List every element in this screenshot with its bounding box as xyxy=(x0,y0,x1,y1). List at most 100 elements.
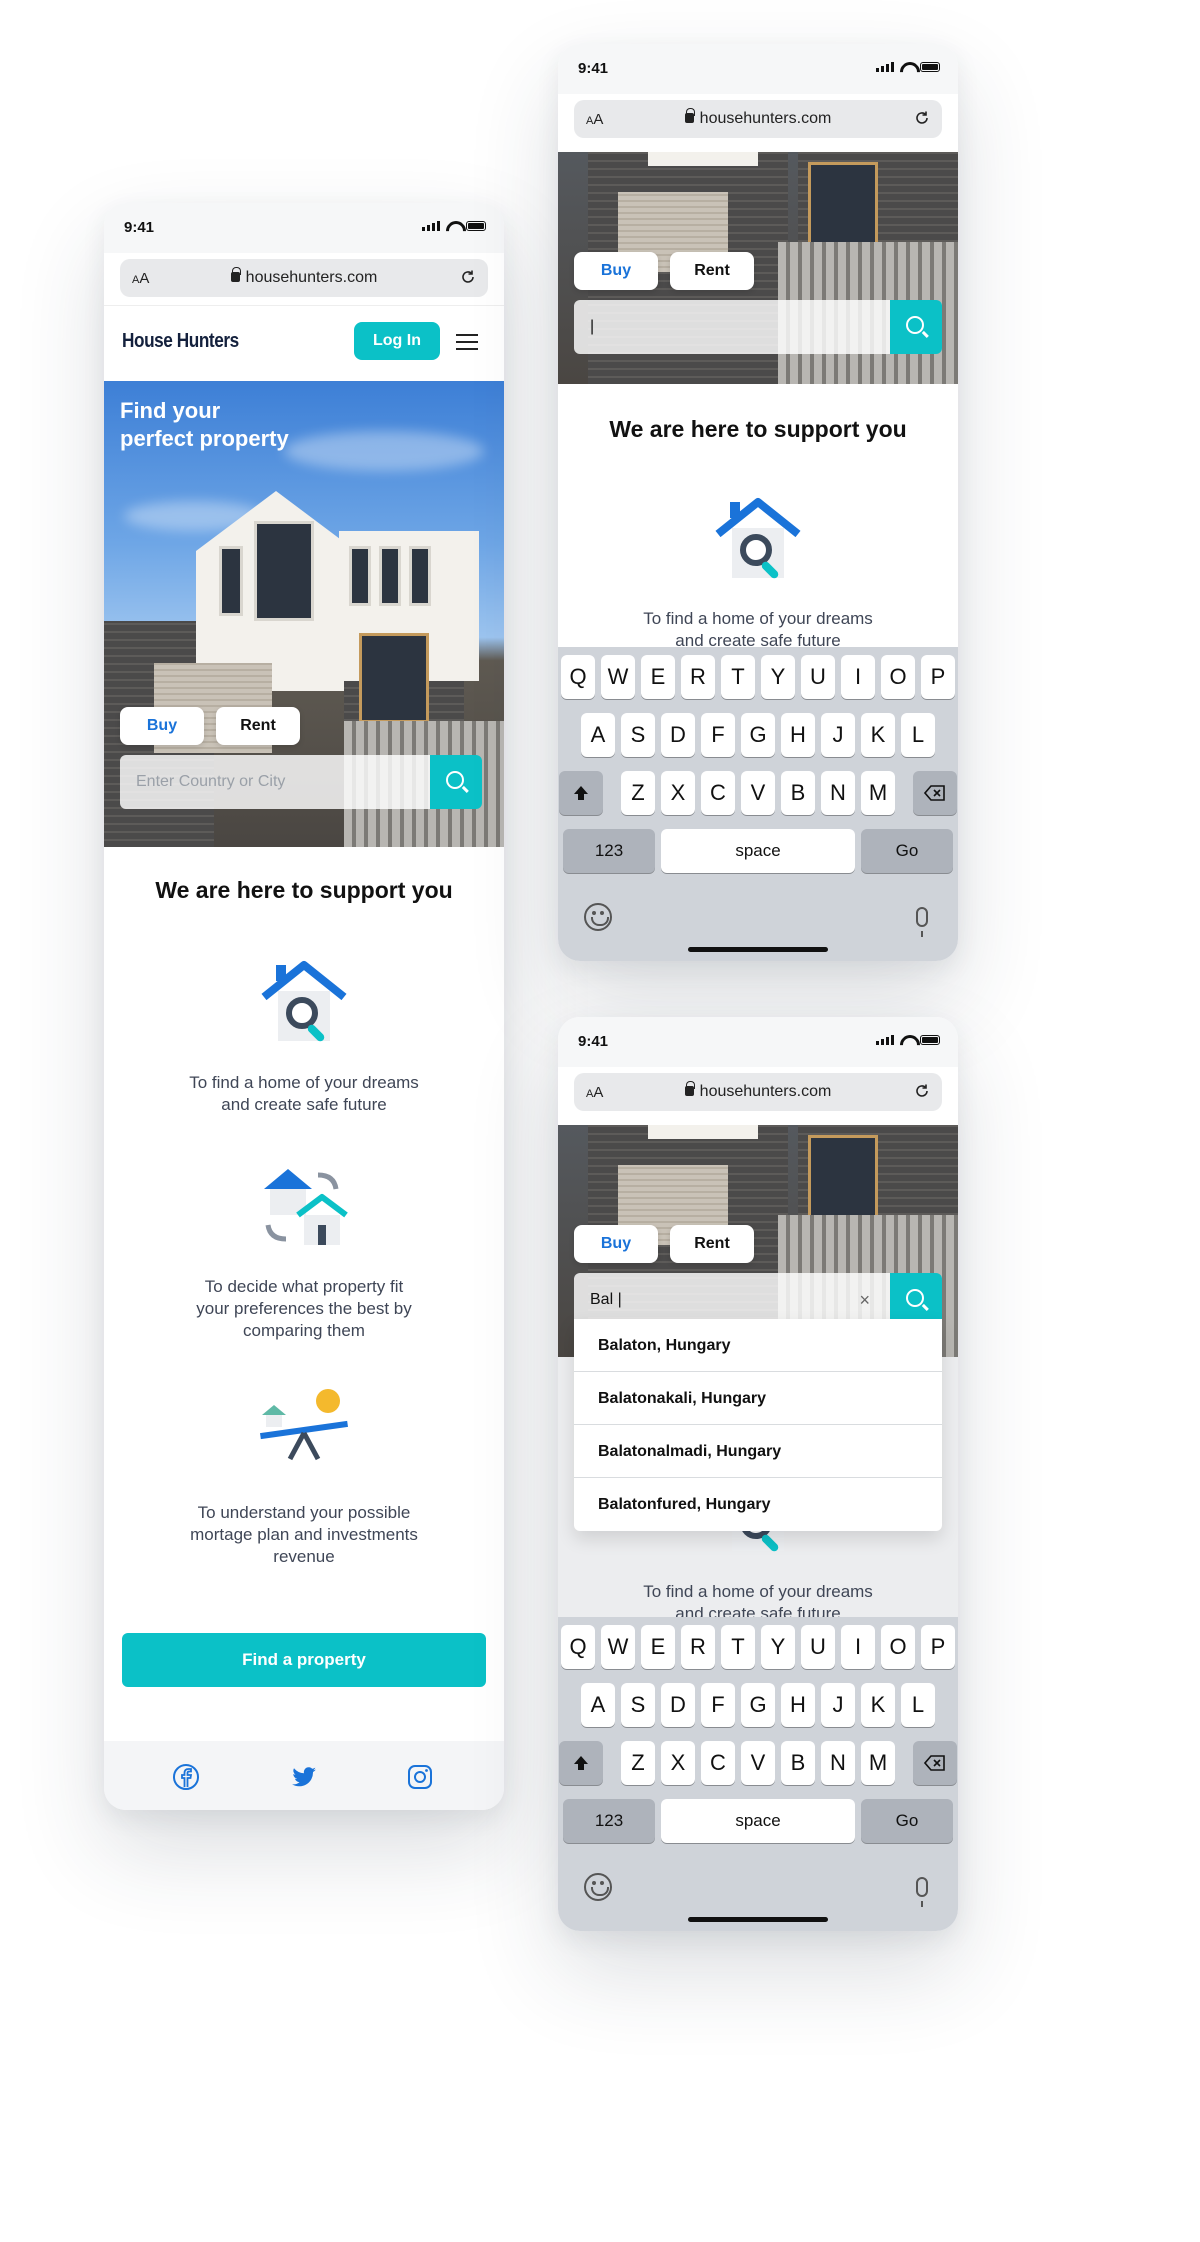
key-m[interactable]: M xyxy=(861,771,895,815)
login-button[interactable]: Log In xyxy=(354,322,440,360)
key-k[interactable]: K xyxy=(861,713,895,757)
key-e[interactable]: E xyxy=(641,1625,675,1669)
key-u[interactable]: U xyxy=(801,655,835,699)
facebook-icon[interactable] xyxy=(172,1763,200,1791)
key-w[interactable]: W xyxy=(601,655,635,699)
key-r[interactable]: R xyxy=(681,655,715,699)
key-p[interactable]: P xyxy=(921,655,955,699)
key-c[interactable]: C xyxy=(701,771,735,815)
url-text: househunters.com xyxy=(699,110,832,127)
key-t[interactable]: T xyxy=(721,1625,755,1669)
feature-text: To find a home of your dreams and create … xyxy=(189,1073,419,1114)
backspace-key[interactable] xyxy=(913,1741,957,1785)
key-n[interactable]: N xyxy=(821,1741,855,1785)
microphone-icon[interactable] xyxy=(916,1877,928,1907)
key-f[interactable]: F xyxy=(701,713,735,757)
browser-url-bar[interactable]: AA househunters.com xyxy=(120,259,488,297)
status-bar: 9:41 xyxy=(558,44,958,94)
tab-buy[interactable]: Buy xyxy=(120,707,204,745)
space-key[interactable]: space xyxy=(661,1799,855,1843)
reload-icon[interactable] xyxy=(914,1083,930,1099)
site-logo[interactable]: House Hunters xyxy=(122,330,239,353)
find-property-button[interactable]: Find a property xyxy=(122,1633,486,1687)
backspace-key[interactable] xyxy=(913,771,957,815)
key-c[interactable]: C xyxy=(701,1741,735,1785)
key-o[interactable]: O xyxy=(881,655,915,699)
key-z[interactable]: Z xyxy=(621,1741,655,1785)
reload-icon[interactable] xyxy=(460,269,476,285)
key-g[interactable]: G xyxy=(741,713,775,757)
suggestion-item[interactable]: Balatonalmadi, Hungary xyxy=(574,1425,942,1478)
key-i[interactable]: I xyxy=(841,655,875,699)
tab-buy[interactable]: Buy xyxy=(574,1225,658,1263)
browser-url-bar[interactable]: AA househunters.com xyxy=(574,100,942,138)
key-p[interactable]: P xyxy=(921,1625,955,1669)
key-g[interactable]: G xyxy=(741,1683,775,1727)
key-j[interactable]: J xyxy=(821,1683,855,1727)
key-q[interactable]: Q xyxy=(561,1625,595,1669)
key-s[interactable]: S xyxy=(621,1683,655,1727)
emoji-icon[interactable] xyxy=(584,1873,612,1901)
emoji-icon[interactable] xyxy=(584,903,612,931)
search-icon xyxy=(906,1289,924,1307)
key-b[interactable]: B xyxy=(781,1741,815,1785)
key-v[interactable]: V xyxy=(741,771,775,815)
shift-key[interactable] xyxy=(559,1741,603,1785)
hamburger-menu-icon[interactable] xyxy=(456,334,478,350)
tab-rent[interactable]: Rent xyxy=(670,252,754,290)
key-r[interactable]: R xyxy=(681,1625,715,1669)
keyboard-row-1: QWERTYUIOP xyxy=(558,655,958,699)
key-h[interactable]: H xyxy=(781,713,815,757)
key-t[interactable]: T xyxy=(721,655,755,699)
key-d[interactable]: D xyxy=(661,713,695,757)
key-l[interactable]: L xyxy=(901,1683,935,1727)
key-j[interactable]: J xyxy=(821,713,855,757)
go-key[interactable]: Go xyxy=(861,1799,953,1843)
key-x[interactable]: X xyxy=(661,1741,695,1785)
key-o[interactable]: O xyxy=(881,1625,915,1669)
tab-rent[interactable]: Rent xyxy=(216,707,300,745)
house-search-icon xyxy=(715,498,801,579)
numbers-key[interactable]: 123 xyxy=(563,1799,655,1843)
key-u[interactable]: U xyxy=(801,1625,835,1669)
keyboard-row-2: ASDFGHJKL xyxy=(558,1683,958,1727)
search-input[interactable]: | xyxy=(574,300,890,354)
key-s[interactable]: S xyxy=(621,713,655,757)
key-z[interactable]: Z xyxy=(621,771,655,815)
key-x[interactable]: X xyxy=(661,771,695,815)
key-v[interactable]: V xyxy=(741,1741,775,1785)
search-button[interactable] xyxy=(430,755,482,809)
key-k[interactable]: K xyxy=(861,1683,895,1727)
key-a[interactable]: A xyxy=(581,1683,615,1727)
go-key[interactable]: Go xyxy=(861,829,953,873)
search-input[interactable]: Enter Country or City xyxy=(120,755,430,809)
suggestion-item[interactable]: Balatonakali, Hungary xyxy=(574,1372,942,1425)
suggestion-item[interactable]: Balatonfured, Hungary xyxy=(574,1478,942,1531)
key-h[interactable]: H xyxy=(781,1683,815,1727)
tab-rent[interactable]: Rent xyxy=(670,1225,754,1263)
key-y[interactable]: Y xyxy=(761,655,795,699)
microphone-icon[interactable] xyxy=(916,907,928,937)
key-l[interactable]: L xyxy=(901,713,935,757)
space-key[interactable]: space xyxy=(661,829,855,873)
key-a[interactable]: A xyxy=(581,713,615,757)
reload-icon[interactable] xyxy=(914,110,930,126)
key-y[interactable]: Y xyxy=(761,1625,795,1669)
twitter-icon[interactable] xyxy=(290,1763,318,1791)
key-w[interactable]: W xyxy=(601,1625,635,1669)
key-e[interactable]: E xyxy=(641,655,675,699)
key-i[interactable]: I xyxy=(841,1625,875,1669)
search-button[interactable] xyxy=(890,300,942,354)
key-d[interactable]: D xyxy=(661,1683,695,1727)
browser-url-bar[interactable]: AA househunters.com xyxy=(574,1073,942,1111)
key-f[interactable]: F xyxy=(701,1683,735,1727)
key-b[interactable]: B xyxy=(781,771,815,815)
shift-key[interactable] xyxy=(559,771,603,815)
key-m[interactable]: M xyxy=(861,1741,895,1785)
key-n[interactable]: N xyxy=(821,771,855,815)
numbers-key[interactable]: 123 xyxy=(563,829,655,873)
key-q[interactable]: Q xyxy=(561,655,595,699)
tab-buy[interactable]: Buy xyxy=(574,252,658,290)
instagram-icon[interactable] xyxy=(406,1763,434,1791)
suggestion-item[interactable]: Balaton, Hungary xyxy=(574,1319,942,1372)
